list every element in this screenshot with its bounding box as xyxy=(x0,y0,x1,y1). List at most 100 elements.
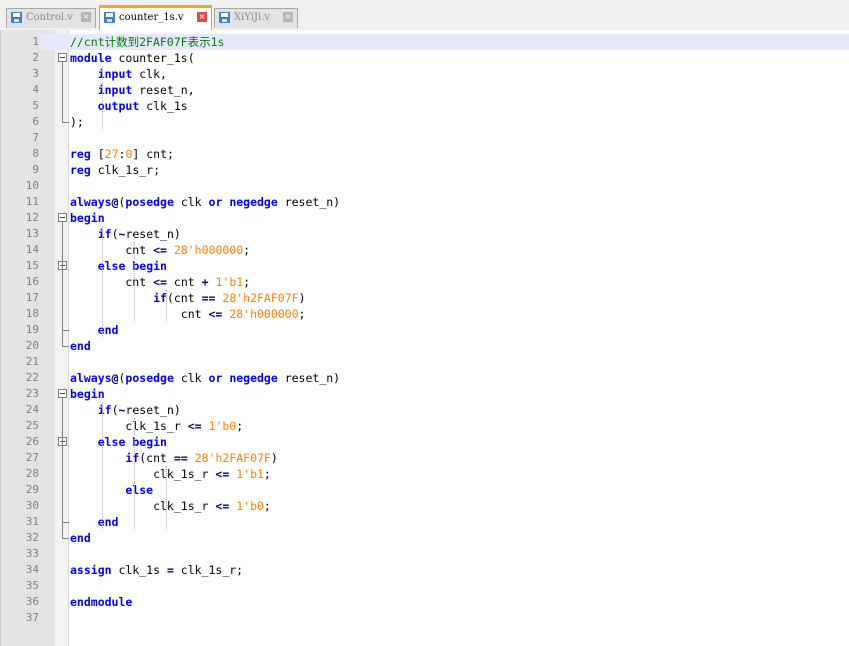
line-number: 19 xyxy=(25,323,39,336)
code-text: module counter_1s( xyxy=(70,51,195,65)
tab-counter-1s-v[interactable]: counter_1s.v × xyxy=(99,5,212,30)
close-tab-icon[interactable]: × xyxy=(197,12,207,22)
code-line[interactable]: 33 xyxy=(1,546,849,562)
code-line[interactable]: 32 end xyxy=(1,530,849,546)
line-number: 9 xyxy=(32,163,39,176)
code-line[interactable]: 24 if(~reset_n) xyxy=(1,402,849,418)
line-number: 6 xyxy=(32,115,39,128)
line-number: 36 xyxy=(25,595,39,608)
code-text: cnt <= 28'h000000; xyxy=(70,243,251,257)
code-line[interactable]: 31 end xyxy=(1,514,849,530)
close-tab-icon[interactable]: × xyxy=(81,12,91,22)
tab-bar: Control.v × counter_1s.v × XiYiJi.v × xyxy=(0,0,849,31)
code-line[interactable]: 3 input clk, xyxy=(1,66,849,82)
line-number: 32 xyxy=(25,531,39,544)
code-line[interactable]: 14 cnt <= 28'h000000; xyxy=(1,242,849,258)
code-line[interactable]: 18 cnt <= 28'h000000; xyxy=(1,306,849,322)
code-line[interactable]: 13 if(~reset_n) xyxy=(1,226,849,242)
fold-toggle-icon[interactable] xyxy=(58,213,67,222)
code-line[interactable]: 1 //cnt计数到2FAF07F表示1s xyxy=(1,34,849,50)
line-number: 20 xyxy=(25,339,39,352)
indent-guide xyxy=(166,290,167,322)
save-file-icon xyxy=(11,12,22,23)
line-number: 29 xyxy=(25,483,39,496)
fold-end-marker xyxy=(62,114,69,123)
line-number: 22 xyxy=(25,371,39,384)
code-line[interactable]: 23 begin xyxy=(1,386,849,402)
code-line[interactable]: 7 xyxy=(1,130,849,146)
code-line[interactable]: 15 else begin xyxy=(1,258,849,274)
code-line[interactable]: 28 clk_1s_r <= 1'b1; xyxy=(1,466,849,482)
line-number: 37 xyxy=(25,611,39,624)
line-number: 7 xyxy=(32,131,39,144)
code-line[interactable]: 8 reg [27:0] cnt; xyxy=(1,146,849,162)
tab-label: counter_1s.v xyxy=(119,12,184,23)
code-line[interactable]: 11 always@(posedge clk or negedge reset_n… xyxy=(1,194,849,210)
line-number: 12 xyxy=(25,211,39,224)
code-text: end xyxy=(97,323,119,337)
code-text: else xyxy=(125,483,154,497)
code-text: output clk_1s xyxy=(97,99,188,113)
fold-toggle-icon[interactable] xyxy=(58,53,67,62)
line-number: 11 xyxy=(25,195,39,208)
code-text: always@(posedge clk or negedge reset_n) xyxy=(70,195,341,209)
code-line[interactable]: 12 begin xyxy=(1,210,849,226)
code-line[interactable]: 37 xyxy=(1,610,849,626)
fold-end-marker xyxy=(62,322,69,331)
fold-toggle-icon[interactable] xyxy=(58,389,67,398)
code-line[interactable]: 5 output clk_1s xyxy=(1,98,849,114)
line-number: 5 xyxy=(32,99,39,112)
code-line[interactable]: 36 endmodule xyxy=(1,594,849,610)
code-text: input reset_n, xyxy=(97,83,195,97)
code-text: //cnt计数到2FAF07F表示1s xyxy=(70,35,225,49)
code-line[interactable]: 17 if(cnt == 28'h2FAF07F) xyxy=(1,290,849,306)
code-line[interactable]: 9 reg clk_1s_r; xyxy=(1,162,849,178)
indent-guide xyxy=(134,242,135,322)
fold-end-marker xyxy=(62,530,69,539)
save-file-icon xyxy=(219,12,230,23)
code-text: input clk, xyxy=(97,67,167,81)
code-text: if(~reset_n) xyxy=(97,403,181,417)
code-text: begin xyxy=(70,387,105,401)
code-line[interactable]: 16 cnt <= cnt + 1'b1; xyxy=(1,274,849,290)
code-editor[interactable]: 1//cnt计数到2FAF07F表示1s 2 module counter_1s(3… xyxy=(0,30,849,646)
line-number: 14 xyxy=(25,243,39,256)
fold-end-marker xyxy=(62,514,69,523)
line-number: 23 xyxy=(25,387,39,400)
indent-guide xyxy=(166,466,167,530)
code-text: assign clk_1s = clk_1s_r; xyxy=(70,563,244,577)
line-number: 33 xyxy=(25,547,39,560)
code-text: cnt <= 28'h000000; xyxy=(70,307,306,321)
code-line[interactable]: 22 always@(posedge clk or negedge reset_n… xyxy=(1,370,849,386)
code-line[interactable]: 30 clk_1s_r <= 1'b0; xyxy=(1,498,849,514)
code-line[interactable]: 20 end xyxy=(1,338,849,354)
code-line[interactable]: 2 module counter_1s( xyxy=(1,50,849,66)
code-line[interactable]: 10 xyxy=(1,178,849,194)
tab-xiyiji-v[interactable]: XiYiJi.v × xyxy=(214,8,298,28)
code-line[interactable]: 27 if(cnt == 28'h2FAF07F) xyxy=(1,450,849,466)
code-line[interactable]: 29 else xyxy=(1,482,849,498)
close-tab-icon[interactable]: × xyxy=(283,12,293,22)
code-text: end xyxy=(70,339,91,353)
line-number: 16 xyxy=(25,275,39,288)
line-number: 28 xyxy=(25,467,39,480)
code-line[interactable]: 6); xyxy=(1,114,849,130)
code-lines: 1//cnt计数到2FAF07F表示1s 2 module counter_1s(3… xyxy=(1,34,849,626)
line-number: 1 xyxy=(1,34,39,50)
line-number: 26 xyxy=(25,435,39,448)
code-line[interactable]: 34 assign clk_1s = clk_1s_r; xyxy=(1,562,849,578)
line-number: 18 xyxy=(25,307,39,320)
code-line[interactable]: 21 xyxy=(1,354,849,370)
tab-control-v[interactable]: Control.v × xyxy=(6,8,96,28)
code-line[interactable]: 35 xyxy=(1,578,849,594)
code-line[interactable]: 25 clk_1s_r <= 1'b0; xyxy=(1,418,849,434)
indent-guide xyxy=(134,418,135,530)
line-number: 35 xyxy=(25,579,39,592)
fold-connector-line xyxy=(62,62,63,122)
code-line[interactable]: 19 end xyxy=(1,322,849,338)
line-number: 17 xyxy=(25,291,39,304)
line-number: 4 xyxy=(32,83,39,96)
code-line[interactable]: 4 input reset_n, xyxy=(1,82,849,98)
code-text: clk_1s_r <= 1'b0; xyxy=(70,499,271,513)
code-line[interactable]: 26 else begin xyxy=(1,434,849,450)
